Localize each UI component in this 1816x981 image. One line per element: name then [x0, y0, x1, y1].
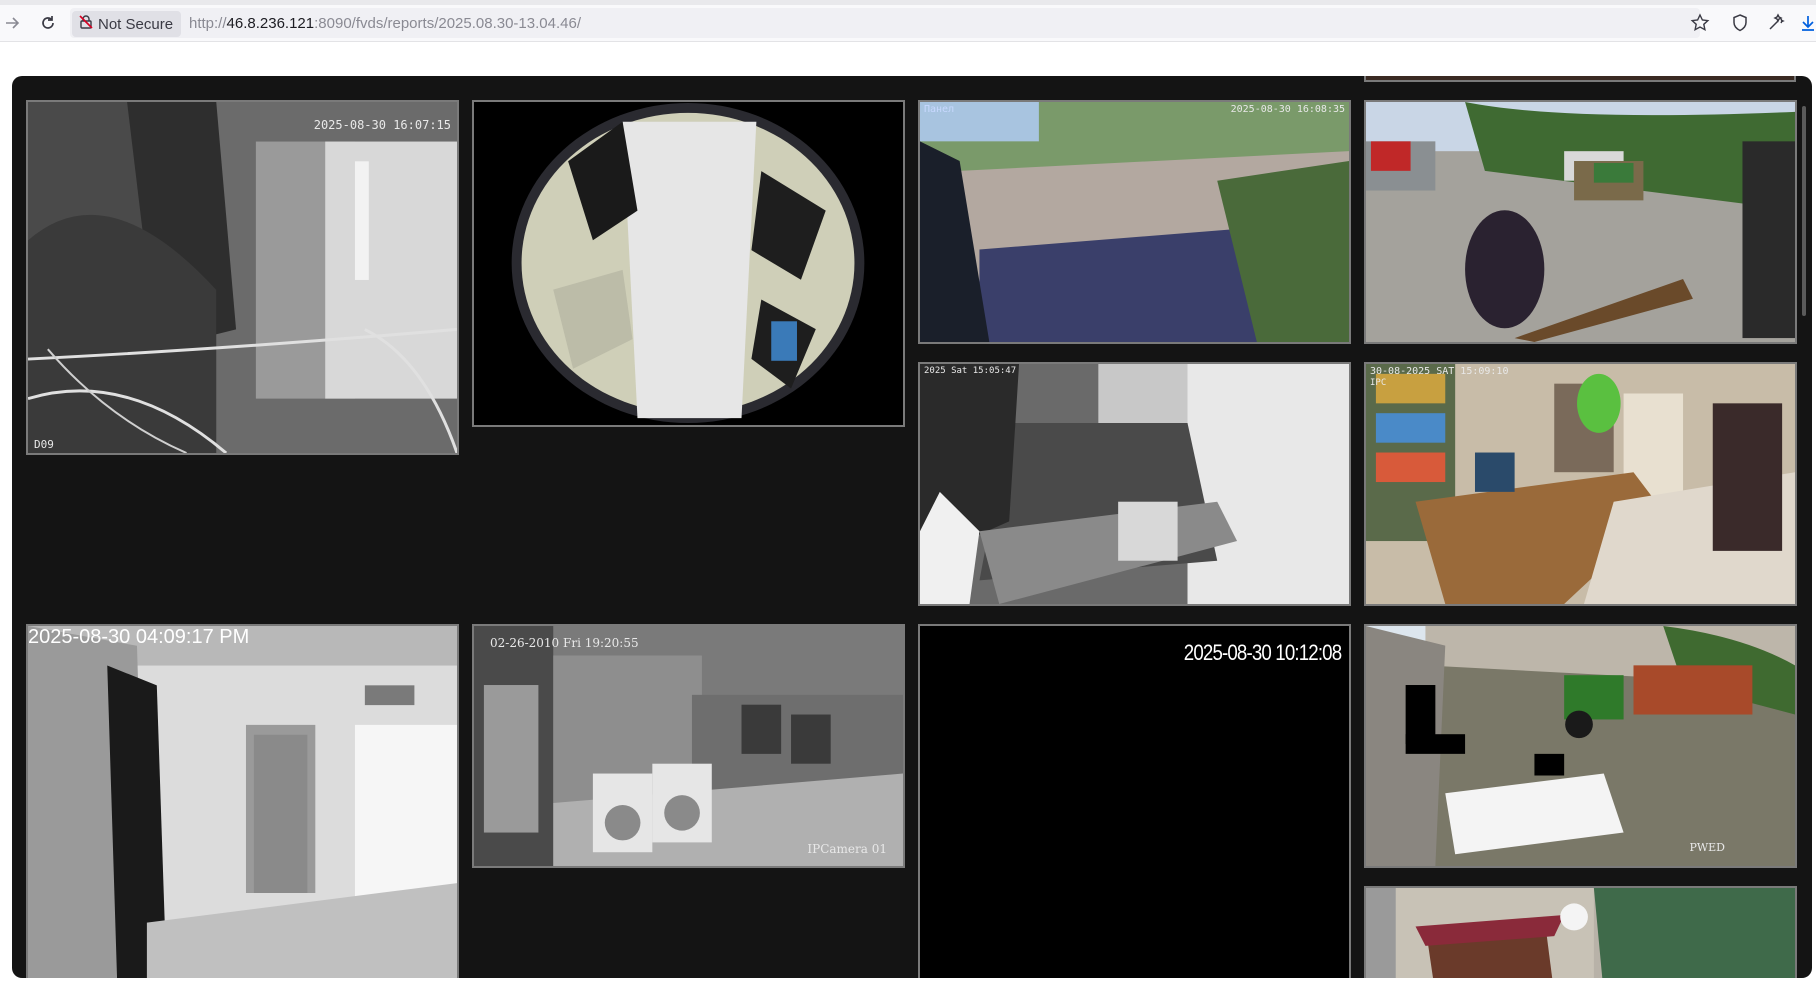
camera-tile-4[interactable] — [1364, 100, 1797, 344]
camera-feed-4 — [1366, 102, 1795, 342]
camera-feed-8 — [474, 626, 903, 866]
camera-corner-label: IPCamera 01 — [807, 842, 887, 856]
camera-tile-7[interactable]: 2025-08-30 04:09:17 PM — [26, 624, 459, 978]
download-icon[interactable] — [1796, 11, 1816, 35]
camera-tile-6[interactable]: 30-08-2025 SAT 15:09:10 IPC — [1364, 362, 1797, 606]
camera-timestamp: 30-08-2025 SAT 15:09:10 — [1370, 366, 1509, 377]
camera-timestamp: 2025-08-30 16:08:35 — [1230, 104, 1345, 115]
camera-tile-1[interactable]: 2025-08-30 16:07:15 D09 — [26, 100, 459, 455]
camera-tile-8[interactable]: 02-26-2010 Fri 19:20:55 IPCamera 01 — [472, 624, 905, 868]
camera-timestamp: 2025 Sat 15:05:47 — [924, 366, 1017, 376]
camera-tile-5[interactable]: 2025 Sat 15:05:47 — [918, 362, 1351, 606]
camera-corner-label: D09 — [34, 438, 54, 451]
url-text[interactable]: http://46.8.236.121:8090/fvds/reports/20… — [189, 15, 581, 32]
camera-feed-1 — [28, 102, 457, 453]
camera-tile-3[interactable]: Панел 2025-08-30 16:08:35 — [918, 100, 1351, 344]
camera-tile-2[interactable] — [472, 100, 905, 427]
back-arrow-icon[interactable] — [0, 11, 24, 35]
reload-icon[interactable] — [36, 11, 60, 35]
camera-feed-2 — [474, 102, 903, 425]
camera-feed-10 — [1366, 626, 1795, 866]
camera-tile-10[interactable]: PWED — [1364, 624, 1797, 868]
camera-grid-panel: 2025-08-30 16:07:15 D09 Панел 2025-08-30… — [12, 76, 1812, 978]
camera-corner-label: PWED — [1689, 841, 1725, 854]
extensions-icon[interactable] — [1764, 11, 1788, 35]
security-label: Not Secure — [98, 15, 174, 33]
shield-icon[interactable] — [1728, 11, 1752, 35]
camera-timestamp: 2025-08-30 10:12:08 — [1183, 640, 1341, 665]
camera-feed-5 — [920, 364, 1349, 604]
camera-overlay-label: IPC — [1370, 378, 1387, 388]
camera-feed-3 — [920, 102, 1349, 342]
insecure-lock-icon — [78, 14, 94, 34]
camera-overlay-label: Панел — [924, 104, 955, 115]
page-scrollbar[interactable] — [1802, 106, 1806, 316]
camera-feed-11 — [1366, 888, 1795, 978]
camera-feed-6 — [1366, 364, 1795, 604]
camera-timestamp: 2025-08-30 04:09:17 PM — [28, 626, 250, 648]
site-security-button[interactable]: Not Secure — [72, 11, 182, 37]
url-host: 46.8.236.121 — [226, 15, 315, 32]
camera-timestamp: 02-26-2010 Fri 19:20:55 — [490, 636, 639, 650]
camera-timestamp: 2025-08-30 16:07:15 — [313, 118, 451, 132]
url-scheme: http:// — [189, 15, 227, 32]
camera-feed-7 — [28, 626, 457, 978]
camera-tile-9[interactable]: 2025-08-30 10:12:08 — [918, 624, 1351, 978]
camera-tile-partial-top[interactable] — [1364, 76, 1796, 82]
browser-toolbar: Not Secure http://46.8.236.121:8090/fvds… — [0, 5, 1816, 42]
bookmark-star-icon[interactable] — [1688, 11, 1712, 35]
url-path: :8090/fvds/reports/2025.08.30-13.04.46/ — [314, 15, 581, 32]
camera-tile-11[interactable] — [1364, 886, 1797, 978]
